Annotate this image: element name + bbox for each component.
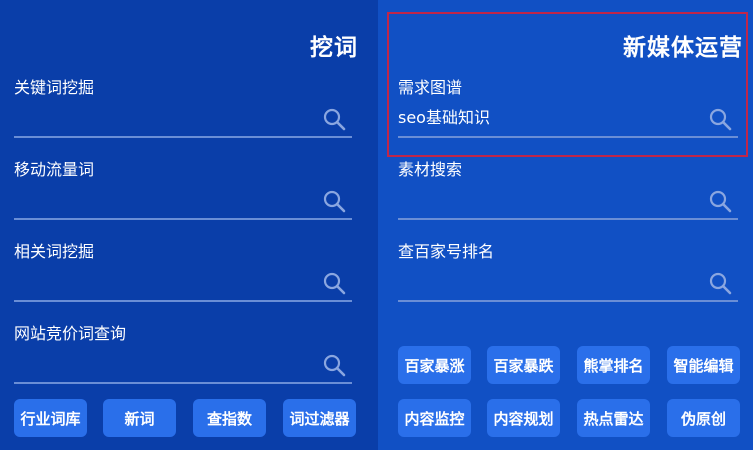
content-monitor-button[interactable]: 内容监控 [398,399,471,437]
field-label: 素材搜索 [398,160,463,179]
hotspot-radar-button[interactable]: 热点雷达 [577,399,650,437]
input-underline [14,136,352,138]
search-icon[interactable] [708,107,732,131]
input-underline [14,382,352,384]
search-icon[interactable] [708,189,732,213]
field-label: 查百家号排名 [398,242,495,261]
search-icon[interactable] [322,271,346,295]
industry-thesaurus-button[interactable]: 行业词库 [14,399,87,437]
word-filter-button[interactable]: 词过滤器 [283,399,356,437]
input-underline [398,218,738,220]
smart-edit-button[interactable]: 智能编辑 [667,346,740,384]
keyword-mining-panel: 挖词 关键词挖掘 移动流量词 相关词挖掘 网站竞价词查询 行业词库 新词 查指数… [0,0,378,450]
input-underline [14,218,352,220]
field-label: 需求图谱 [398,78,463,97]
field-label: 网站竞价词查询 [14,324,127,343]
panel-title: 挖词 [310,35,358,61]
input-underline [398,300,738,302]
pseudo-original-button[interactable]: 伪原创 [667,399,740,437]
search-icon[interactable] [322,107,346,131]
check-index-button[interactable]: 查指数 [193,399,266,437]
baijia-surge-button[interactable]: 百家暴涨 [398,346,471,384]
field-value[interactable]: seo基础知识 [398,108,490,128]
baijia-plunge-button[interactable]: 百家暴跌 [487,346,560,384]
search-icon[interactable] [322,189,346,213]
xiongzhang-ranking-button[interactable]: 熊掌排名 [577,346,650,384]
search-icon[interactable] [708,271,732,295]
input-underline [14,300,352,302]
panel-title: 新媒体运营 [623,35,743,61]
input-underline [398,136,738,138]
new-words-button[interactable]: 新词 [103,399,176,437]
field-label: 相关词挖掘 [14,242,95,261]
field-label: 关键词挖掘 [14,78,95,97]
search-icon[interactable] [322,353,346,377]
content-planning-button[interactable]: 内容规划 [487,399,560,437]
field-label: 移动流量词 [14,160,95,179]
